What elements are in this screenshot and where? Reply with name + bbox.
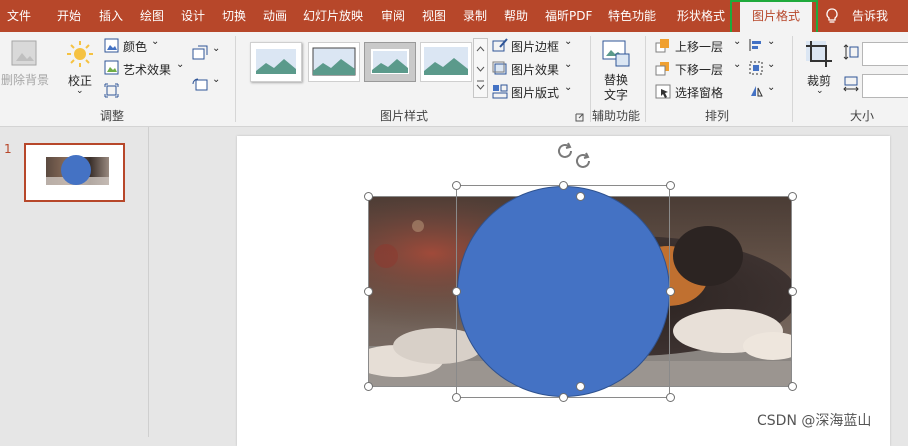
group-arrange-label: 排列 bbox=[705, 109, 730, 123]
tab-file[interactable]: 文件 bbox=[7, 0, 31, 32]
style-preset-3[interactable] bbox=[364, 42, 416, 82]
chevron-down-icon: ⌄ bbox=[564, 59, 573, 70]
picture-border-button[interactable]: 图片边框 bbox=[511, 38, 559, 55]
slide-thumbnail[interactable] bbox=[24, 143, 125, 202]
resize-handle[interactable] bbox=[788, 192, 797, 201]
picture-effect-button[interactable]: 图片效果 bbox=[511, 61, 559, 78]
selection-pane-icon bbox=[655, 84, 671, 102]
tab-view[interactable]: 视图 bbox=[422, 0, 446, 32]
remove-background-icon bbox=[10, 39, 38, 70]
tab-animations[interactable]: 动画 bbox=[263, 0, 287, 32]
tab-foxit-pdf[interactable]: 福昕PDF bbox=[545, 0, 592, 32]
resize-handle[interactable] bbox=[452, 393, 461, 402]
remove-background-button[interactable]: 删除背景 bbox=[1, 71, 49, 88]
chevron-down-icon: ⌄ bbox=[212, 43, 221, 54]
picture-border-icon bbox=[492, 38, 508, 56]
resize-handle[interactable] bbox=[666, 181, 675, 190]
resize-handle[interactable] bbox=[576, 382, 585, 391]
bring-forward-button[interactable]: 上移一层 bbox=[675, 38, 723, 55]
style-preset-2[interactable] bbox=[308, 42, 360, 82]
gallery-scroll[interactable] bbox=[473, 38, 488, 98]
style-preset-1[interactable] bbox=[250, 42, 302, 82]
compress-picture-icon[interactable] bbox=[104, 83, 119, 101]
slide-number: 1 bbox=[4, 142, 12, 156]
resize-handle[interactable] bbox=[452, 287, 461, 296]
chevron-down-icon: ⌄ bbox=[767, 59, 776, 70]
chevron-down-icon: ⌄ bbox=[76, 86, 84, 96]
group-size-label: 大小 bbox=[850, 109, 875, 123]
selection-pane-button[interactable]: 选择窗格 bbox=[675, 84, 723, 101]
resize-handle[interactable] bbox=[666, 287, 675, 296]
divider bbox=[235, 36, 236, 122]
height-icon bbox=[843, 44, 859, 63]
align-icon[interactable] bbox=[749, 38, 763, 55]
resize-handle[interactable] bbox=[788, 382, 797, 391]
divider bbox=[590, 36, 591, 122]
resize-handle[interactable] bbox=[559, 181, 568, 190]
divider bbox=[645, 36, 646, 122]
sun-icon bbox=[66, 40, 94, 71]
lightbulb-icon bbox=[825, 8, 839, 28]
group-objects-icon[interactable] bbox=[749, 61, 763, 78]
art-effect-button[interactable]: 艺术效果 bbox=[123, 61, 171, 78]
group-adjust-label: 调整 bbox=[100, 109, 125, 123]
tab-home[interactable]: 开始 bbox=[57, 0, 81, 32]
picture-layout-icon bbox=[492, 84, 508, 102]
chevron-down-icon: ⌄ bbox=[767, 82, 776, 93]
width-input[interactable] bbox=[862, 74, 908, 98]
chevron-down-icon: ⌄ bbox=[816, 86, 824, 96]
send-backward-button[interactable]: 下移一层 bbox=[675, 61, 723, 78]
resize-handle[interactable] bbox=[452, 181, 461, 190]
tab-shape-format[interactable]: 形状格式 bbox=[677, 0, 725, 32]
chevron-down-icon: ⌄ bbox=[564, 36, 573, 47]
crop-icon bbox=[804, 39, 834, 72]
height-input[interactable] bbox=[862, 42, 908, 66]
tab-review[interactable]: 审阅 bbox=[381, 0, 405, 32]
chevron-down-icon: ⌄ bbox=[176, 59, 185, 70]
change-picture-icon[interactable] bbox=[192, 45, 208, 64]
tab-help[interactable]: 帮助 bbox=[504, 0, 528, 32]
rotate-handle-icon[interactable] bbox=[572, 150, 594, 175]
color-icon bbox=[104, 38, 119, 56]
tab-design[interactable]: 设计 bbox=[181, 0, 205, 32]
bring-forward-icon bbox=[655, 38, 671, 56]
divider bbox=[792, 36, 793, 122]
alt-text-icon bbox=[601, 38, 631, 71]
tab-features[interactable]: 特色功能 bbox=[608, 0, 656, 32]
resize-handle[interactable] bbox=[364, 382, 373, 391]
resize-handle[interactable] bbox=[364, 192, 373, 201]
tab-transitions[interactable]: 切换 bbox=[222, 0, 246, 32]
reset-picture-icon[interactable] bbox=[192, 76, 208, 95]
chevron-down-icon: ⌄ bbox=[733, 59, 742, 70]
chevron-down-icon: ⌄ bbox=[151, 36, 160, 47]
resize-handle[interactable] bbox=[788, 287, 797, 296]
resize-handle[interactable] bbox=[576, 192, 585, 201]
resize-handle[interactable] bbox=[364, 287, 373, 296]
watermark: CSDN @深海蓝山 bbox=[757, 413, 872, 429]
tab-draw[interactable]: 绘图 bbox=[140, 0, 164, 32]
chevron-down-icon: ⌄ bbox=[212, 74, 221, 85]
group-styles-label: 图片样式 bbox=[380, 109, 429, 123]
chevron-down-icon: ⌄ bbox=[733, 36, 742, 47]
dialog-launcher-icon[interactable] bbox=[575, 111, 584, 125]
alt-text-button-line2[interactable]: 文字 bbox=[604, 86, 628, 103]
width-icon bbox=[843, 76, 859, 95]
chevron-down-icon: ⌄ bbox=[564, 82, 573, 93]
tab-insert[interactable]: 插入 bbox=[99, 0, 123, 32]
tab-tell-me[interactable]: 告诉我 bbox=[852, 0, 888, 32]
color-button[interactable]: 颜色 bbox=[123, 38, 147, 55]
send-backward-icon bbox=[655, 61, 671, 79]
tab-record[interactable]: 录制 bbox=[463, 0, 487, 32]
resize-handle[interactable] bbox=[559, 393, 568, 402]
resize-handle[interactable] bbox=[666, 393, 675, 402]
circle-selection-frame bbox=[456, 185, 670, 398]
tab-slideshow[interactable]: 幻灯片放映 bbox=[303, 0, 363, 32]
picture-effect-icon bbox=[492, 61, 508, 79]
rotate-icon[interactable] bbox=[749, 84, 763, 101]
picture-layout-button[interactable]: 图片版式 bbox=[511, 84, 559, 101]
art-effect-icon bbox=[104, 60, 119, 78]
group-accessibility-label: 辅助功能 bbox=[592, 109, 641, 123]
chevron-down-icon: ⌄ bbox=[767, 36, 776, 47]
style-preset-4[interactable] bbox=[420, 42, 472, 82]
